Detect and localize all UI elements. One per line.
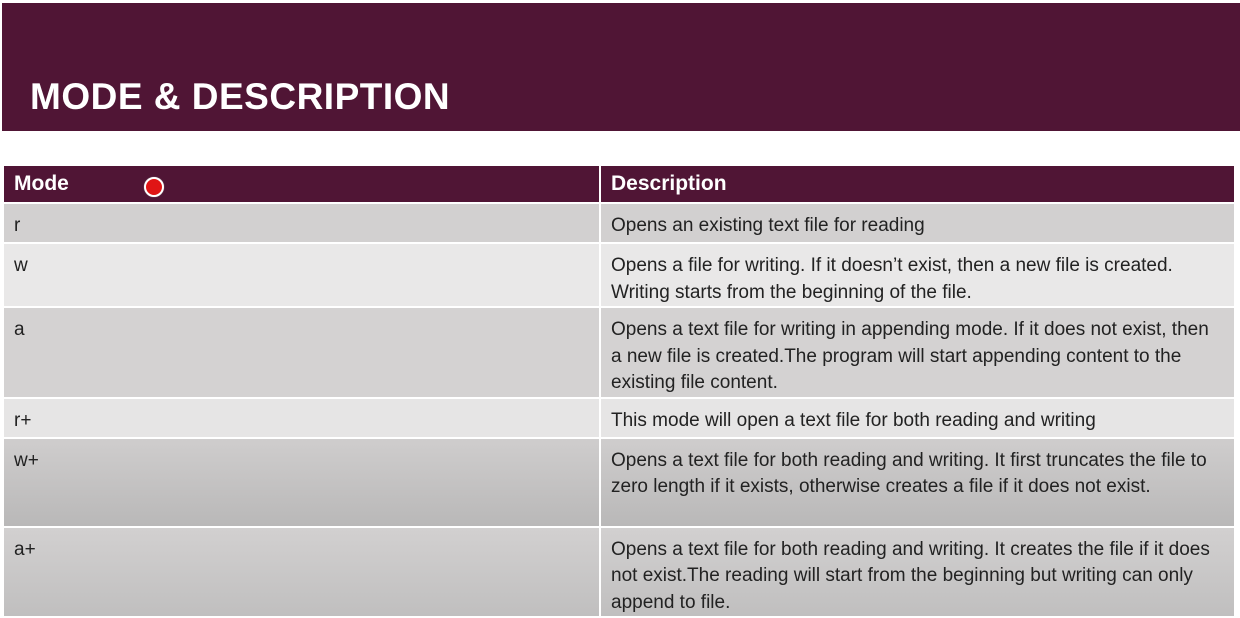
table-row: r Opens an existing text file for readin… (2, 202, 1236, 244)
mode-cell: r+ (2, 396, 601, 439)
table-row: a+ Opens a text file for both reading an… (2, 525, 1236, 618)
red-dot-cursor-icon (144, 177, 164, 197)
description-cell: Opens a text file for both reading and w… (599, 525, 1236, 618)
mode-cell: a+ (2, 525, 601, 618)
description-column-header: Description (599, 164, 1236, 204)
description-cell: This mode will open a text file for both… (599, 396, 1236, 439)
description-cell: Opens a file for writing. If it doesn’t … (599, 242, 1236, 308)
page-title: MODE & DESCRIPTION (30, 76, 451, 117)
table-header-row: Mode Description (2, 164, 1236, 204)
table-row: r+ This mode will open a text file for b… (2, 396, 1236, 439)
title-bar: MODE & DESCRIPTION (2, 3, 1240, 131)
mode-table: Mode Description r Opens an existing tex… (2, 164, 1236, 618)
mode-cell: a (2, 306, 601, 399)
mode-cell: w (2, 242, 601, 308)
mode-cell: r (2, 202, 601, 244)
table-row: w Opens a file for writing. If it doesn’… (2, 242, 1236, 308)
mode-column-header: Mode (2, 164, 601, 204)
description-cell: Opens a text file for both reading and w… (599, 436, 1236, 528)
table-row: a Opens a text file for writing in appen… (2, 306, 1236, 399)
description-cell: Opens a text file for writing in appendi… (599, 306, 1236, 399)
table-row: w+ Opens a text file for both reading an… (2, 436, 1236, 528)
mode-cell: w+ (2, 436, 601, 528)
description-cell: Opens an existing text file for reading (599, 202, 1236, 244)
